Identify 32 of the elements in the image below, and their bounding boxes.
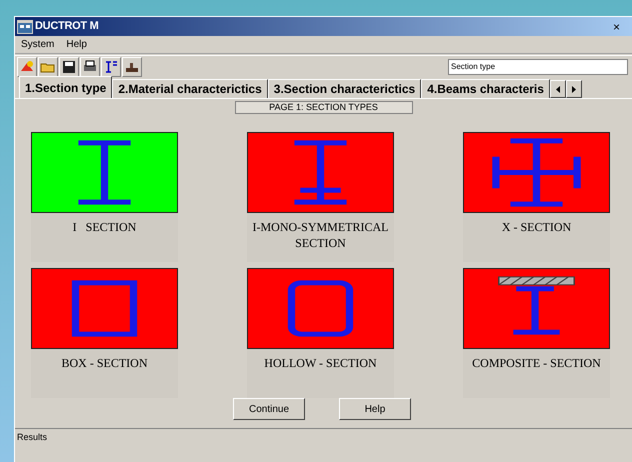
- section-card[interactable]: COMPOSITE - SECTION: [463, 268, 610, 398]
- scroll-left-button[interactable]: [550, 80, 566, 98]
- section-card[interactable]: X - SECTION: [463, 132, 610, 262]
- menu-item[interactable]: System: [21, 37, 54, 52]
- section-label: BOX - SECTION: [60, 355, 148, 371]
- scroll-right-button[interactable]: [566, 80, 582, 98]
- right-arrow-icon: [572, 86, 576, 92]
- dialog-button[interactable]: Continue: [233, 398, 305, 420]
- section-card[interactable]: I SECTION: [31, 132, 178, 262]
- app-icon: [17, 20, 33, 34]
- section-label: I SECTION: [72, 219, 138, 235]
- close-button[interactable]: ×: [612, 20, 620, 32]
- tab[interactable]: 1.Section type: [19, 76, 112, 98]
- tab[interactable]: 4.Beams characteris: [421, 79, 550, 98]
- window-title: DUCTROT M: [35, 19, 99, 34]
- dialog-button[interactable]: Help: [339, 398, 411, 420]
- section-label: I-MONO-SYMMETRICAL SECTION: [252, 219, 390, 251]
- menu-item[interactable]: Help: [66, 37, 87, 52]
- tab[interactable]: 2.Material characterictics: [112, 79, 268, 98]
- section-label: X - SECTION: [500, 219, 572, 235]
- section-label: HOLLOW - SECTION: [263, 355, 378, 371]
- section-label: COMPOSITE - SECTION: [471, 355, 602, 371]
- section-card[interactable]: HOLLOW - SECTION: [247, 268, 394, 398]
- beam-icon: [103, 58, 119, 74]
- tab[interactable]: 3.Section characterictics: [268, 79, 422, 98]
- section-card[interactable]: BOX - SECTION: [31, 268, 178, 398]
- section-type-field[interactable]: Section type: [448, 58, 628, 74]
- section-card[interactable]: I-MONO-SYMMETRICAL SECTION: [247, 132, 394, 262]
- page-title: PAGE 1: SECTION TYPES: [234, 101, 412, 114]
- left-arrow-icon: [556, 86, 560, 92]
- save-icon: [61, 58, 77, 74]
- status-text: Results: [17, 431, 48, 444]
